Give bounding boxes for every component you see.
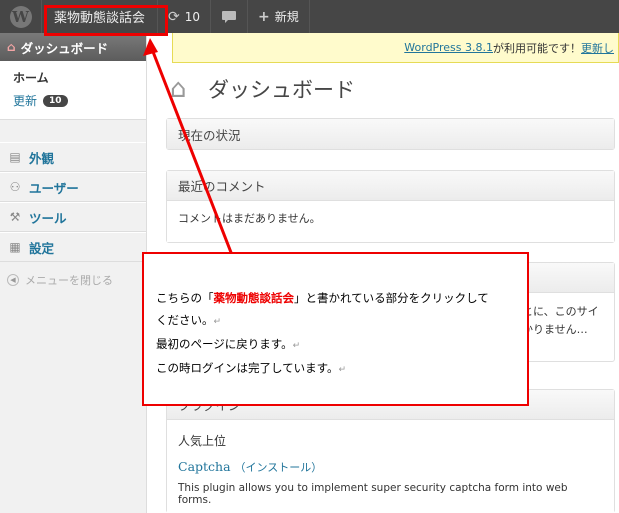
collapse-arrow-icon: ◀ (7, 274, 19, 286)
wordpress-logo-button[interactable]: W (0, 0, 42, 33)
new-content-button[interactable]: + 新規 (248, 0, 310, 33)
site-name-link[interactable]: 薬物動態談話会 (42, 0, 159, 33)
menu-settings-label: 設定 (29, 240, 55, 256)
right-now-box: 現在の状況 (166, 118, 615, 150)
return-mark: ↵ (213, 317, 222, 327)
callout-line3-text: 最初のページに戻ります。 (156, 337, 293, 351)
menu-settings[interactable]: ▦ 設定 (0, 232, 146, 262)
plugin-description: This plugin allows you to implement supe… (178, 482, 568, 506)
dashboard-icon: ⌂ (170, 74, 187, 104)
menu-dashboard[interactable]: ⌂ ダッシュボード (0, 33, 146, 61)
plugins-box: プラグイン 人気上位 Captcha （インストール） This plugin … (166, 389, 615, 513)
callout-line1-prefix: こちらの「 (156, 291, 214, 305)
submenu-updates-label: 更新 (13, 94, 38, 108)
recent-comments-box: 最近のコメント コメントはまだありません。 (166, 170, 615, 243)
recent-comments-title: 最近のコメント (178, 179, 266, 194)
return-mark: ↵ (338, 365, 347, 375)
callout-line-1: こちらの「薬物動態談話会」と書かれている部分をクリックして (156, 287, 527, 309)
site-name-label: 薬物動態談話会 (54, 11, 146, 26)
recent-comments-header[interactable]: 最近のコメント (167, 171, 614, 201)
menu-appearance[interactable]: ▤ 外観 (0, 142, 146, 172)
menu-tools-label: ツール (29, 210, 67, 226)
partial-text-2: かりません… (522, 323, 588, 336)
wordpress-version-link[interactable]: WordPress 3.8.1 (404, 41, 493, 54)
menu-separator (0, 120, 146, 142)
screen: W 薬物動態談話会 ⟳ 10 + 新規 ⌂ ダッシュボード ホーム 更新 10 (0, 0, 619, 513)
submenu-home[interactable]: ホーム (13, 69, 146, 86)
popular-label: 人気上位 (178, 434, 227, 448)
callout-highlight: 薬物動態談話会 (213, 291, 295, 305)
home-icon: ⌂ (7, 40, 16, 54)
page-heading: ⌂ ダッシュボード (170, 74, 355, 104)
page-title: ダッシュボード (208, 78, 355, 102)
instruction-callout: こちらの「薬物動態談話会」と書かれている部分をクリックして ください。↵ 最初の… (142, 252, 529, 406)
updates-count: 10 (184, 9, 201, 24)
callout-line1-suffix: 」と書かれている部分をクリックして (294, 291, 489, 305)
comments-button[interactable] (211, 0, 249, 33)
collapse-menu-button[interactable]: ◀ メニューを閉じる (0, 262, 146, 288)
collapse-menu-label: メニューを閉じる (25, 274, 113, 287)
plus-icon: + (258, 8, 270, 25)
no-comments-text: コメントはまだありません。 (178, 212, 321, 225)
settings-icon: ▦ (9, 240, 21, 254)
tools-icon: ⚒ (9, 210, 21, 224)
new-label: 新規 (274, 10, 299, 24)
callout-line-4: この時ログインは完了しています。↵ (156, 357, 527, 381)
recent-comments-body: コメントはまだありません。 (167, 201, 614, 242)
plugins-body: 人気上位 Captcha （インストール） This plugin allows… (167, 420, 614, 513)
comment-icon (222, 10, 237, 23)
updates-badge: 10 (43, 94, 68, 107)
plugin-row: Captcha （インストール） (178, 459, 603, 475)
return-mark: ↵ (292, 341, 301, 351)
menu-dashboard-label: ダッシュボード (20, 40, 109, 56)
menu-users-label: ユーザー (29, 180, 79, 196)
install-link[interactable]: （インストール） (235, 461, 323, 474)
updates-button[interactable]: ⟳ 10 (158, 0, 212, 33)
incoming-links-partial: とに、このサイ かりません… (522, 303, 602, 339)
partial-text-1: とに、このサイ (522, 305, 599, 318)
users-icon: ⚇ (9, 180, 21, 194)
callout-line-2: ください。↵ (156, 309, 527, 333)
menu-users[interactable]: ⚇ ユーザー (0, 172, 146, 202)
right-now-title: 現在の状況 (178, 127, 241, 143)
admin-sidebar: ⌂ ダッシュボード ホーム 更新 10 ▤ 外観 ⚇ ユーザー ⚒ ツール ▦ … (0, 33, 147, 513)
callout-line2-text: ください。 (156, 313, 214, 327)
refresh-icon: ⟳ (168, 8, 180, 25)
update-nag: WordPress 3.8.1 が利用可能です！ 更新し (172, 33, 619, 63)
appearance-icon: ▤ (9, 150, 21, 164)
dashboard-submenu: ホーム 更新 10 (0, 61, 146, 120)
menu-tools[interactable]: ⚒ ツール (0, 202, 146, 232)
callout-line4-text: この時ログインは完了しています。 (156, 361, 339, 375)
nag-text: が利用可能です！ (493, 41, 581, 55)
menu-appearance-label: 外観 (29, 150, 55, 166)
update-now-link[interactable]: 更新し (581, 40, 614, 56)
right-now-header[interactable]: 現在の状況 (167, 119, 614, 149)
submenu-updates[interactable]: 更新 10 (13, 92, 146, 109)
wordpress-icon: W (9, 5, 32, 28)
plugin-name-link[interactable]: Captcha (178, 459, 231, 474)
admin-bar: W 薬物動態談話会 ⟳ 10 + 新規 (0, 0, 619, 33)
callout-line-3: 最初のページに戻ります。↵ (156, 333, 527, 357)
